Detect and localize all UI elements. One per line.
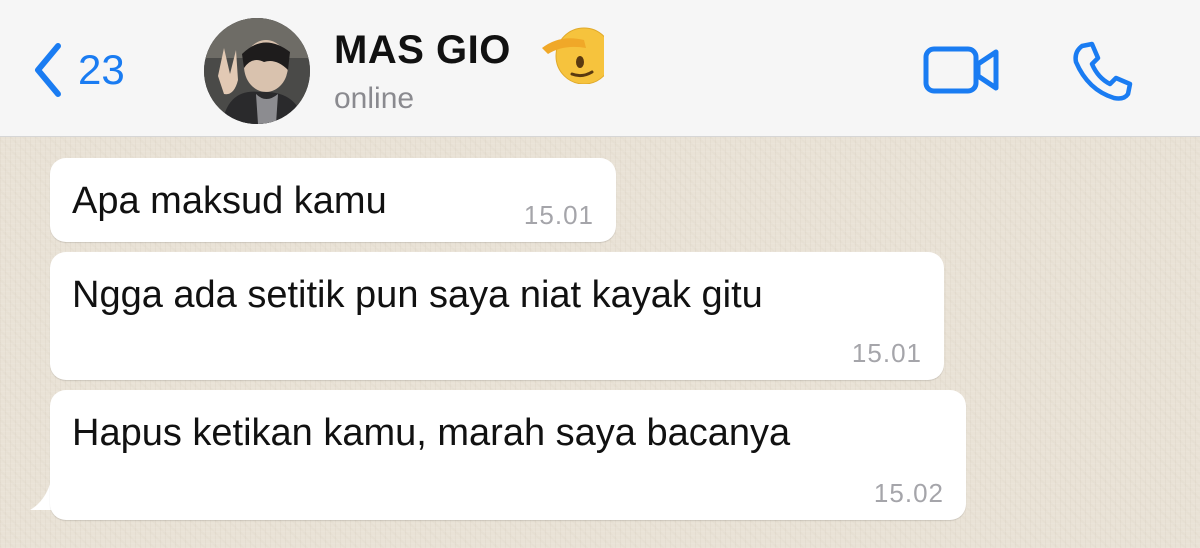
phone-icon xyxy=(1073,41,1133,101)
video-call-button[interactable] xyxy=(922,44,1002,101)
chat-header: 23 MAS GIO online xyxy=(0,0,1200,137)
contact-name[interactable]: MAS GIO xyxy=(334,28,511,73)
message-text: Apa maksud kamu xyxy=(72,180,387,222)
contact-status: online xyxy=(334,82,415,115)
message-bubble[interactable]: Apa maksud kamu 15.01 xyxy=(50,158,616,242)
message-bubble[interactable]: Ngga ada setitik pun saya niat kayak git… xyxy=(50,252,944,380)
unread-count: 23 xyxy=(78,46,125,93)
message-text: Ngga ada setitik pun saya niat kayak git… xyxy=(72,274,763,316)
video-camera-icon xyxy=(923,46,999,94)
voice-call-button[interactable] xyxy=(1070,40,1134,107)
chevron-left-icon xyxy=(35,43,61,97)
message-timestamp: 15.02 xyxy=(873,478,944,508)
saluting-face-emoji-icon xyxy=(540,24,604,84)
message-timestamp: 15.01 xyxy=(851,338,922,368)
back-button[interactable]: 23 xyxy=(30,38,125,102)
message-bubble[interactable]: Hapus ketikan kamu, marah saya bacanya 1… xyxy=(50,390,966,520)
message-timestamp: 15.01 xyxy=(523,200,594,230)
avatar-photo xyxy=(204,18,310,124)
message-text: Hapus ketikan kamu, marah saya bacanya xyxy=(72,412,791,454)
avatar[interactable] xyxy=(204,18,310,126)
